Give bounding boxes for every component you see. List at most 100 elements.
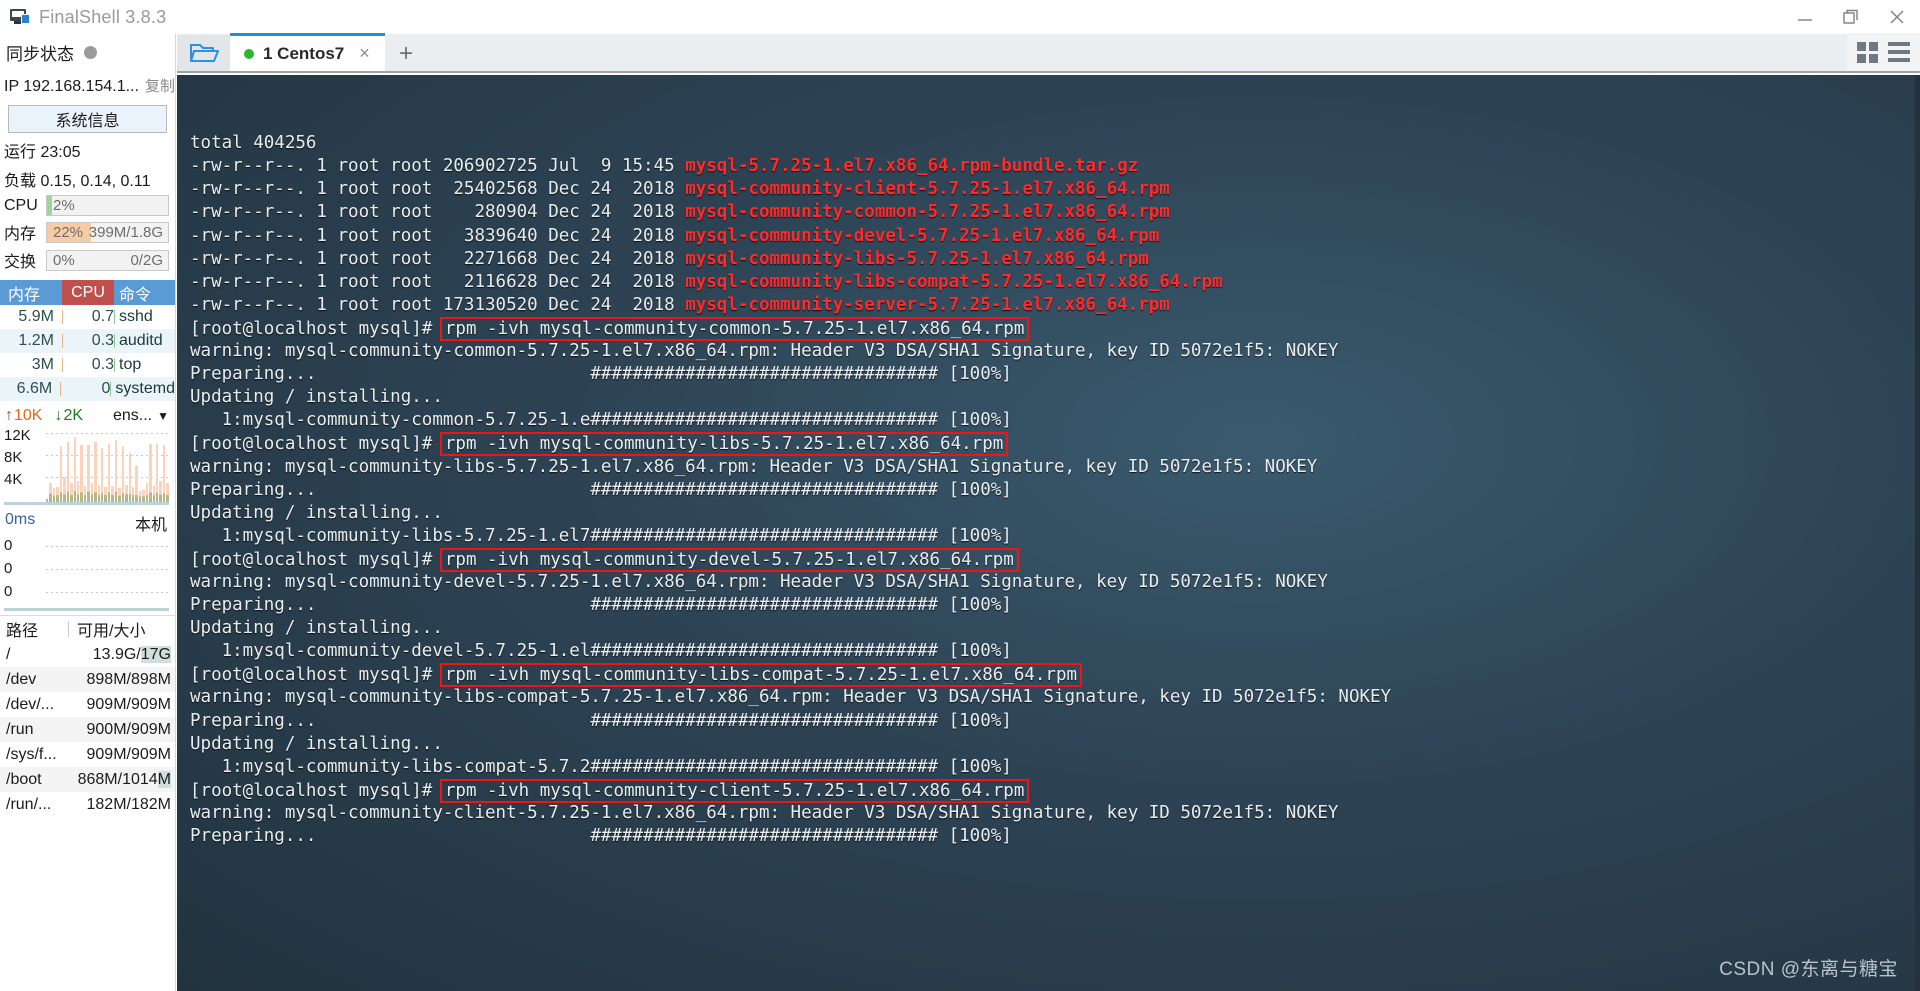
disk-col-size[interactable]: 可用/大小 [69, 617, 175, 641]
net-axis-label-1: 8K [4, 449, 23, 466]
terminal-line: Preparing... ###########################… [190, 364, 1012, 385]
terminal-line: warning: mysql-community-libs-compat-5.7… [190, 687, 1392, 708]
process-row[interactable]: 5.9M 0.7 sshd [0, 305, 175, 329]
disk-path: /boot [6, 770, 42, 788]
terminal-line: Preparing... ###########################… [190, 826, 1012, 846]
new-tab-button[interactable]: + [385, 40, 427, 71]
rpm-filename: mysql-community-common-5.7.25-1.el7.x86_… [685, 202, 1170, 223]
minimize-icon[interactable] [1782, 0, 1828, 34]
network-bar [104, 487, 107, 503]
terminal-line: Preparing... ###########################… [190, 710, 1012, 731]
close-tab-icon[interactable]: × [359, 43, 370, 64]
tab-centos7[interactable]: 1 Centos7 × [230, 33, 385, 71]
disk-path: /dev/... [6, 695, 55, 713]
terminal-scrollbar[interactable] [1915, 75, 1920, 991]
system-info-button[interactable]: 系统信息 [8, 105, 167, 133]
network-bar [149, 443, 152, 503]
network-bar [97, 484, 100, 503]
network-bar [135, 466, 138, 503]
process-cmd: sshd [119, 308, 153, 325]
disk-row[interactable]: /run/... 182M/182M [0, 792, 175, 817]
status-dot-grey-icon [84, 46, 97, 59]
window-controls [1782, 0, 1920, 34]
close-icon[interactable] [1874, 0, 1920, 34]
network-bar [166, 483, 169, 503]
network-bar [76, 480, 80, 503]
process-row[interactable]: 1.2M 0.3 auditd [0, 329, 175, 353]
tab-bar: 1 Centos7 × + [177, 33, 1920, 73]
network-interface-select[interactable]: ens... ▼ [113, 407, 169, 425]
net-axis-label-0: 12K [4, 427, 31, 444]
rpm-filename: mysql-5.7.25-1.el7.x86_64.rpm-bundle.tar… [685, 156, 1139, 177]
process-col-cpu[interactable]: CPU [62, 280, 114, 305]
meter-row-内存: 内存 22% 399M/1.8G [0, 216, 175, 244]
terminal-output[interactable]: total 404256 -rw-r--r--. 1 root root 2069… [177, 75, 1920, 991]
network-bar [87, 444, 90, 503]
rpm-filename: mysql-community-devel-5.7.25-1.el7.x86_6… [685, 225, 1160, 246]
tabbar-view-controls [1847, 33, 1920, 71]
terminal-line: 1:mysql-community-devel-5.7.25-1.el#####… [190, 641, 1012, 662]
process-row[interactable]: 6.6M 0 systemd [0, 377, 175, 401]
terminal-line: -rw-r--r--. 1 root root 206902725 Jul 9 … [190, 156, 1139, 177]
uptime-label: 运行 23:05 [4, 144, 81, 161]
copy-ip-button[interactable]: 复制 [145, 75, 175, 96]
process-col-cmd[interactable]: 命令 [114, 280, 175, 305]
terminal-line: 1:mysql-community-libs-5.7.25-1.el7#####… [190, 525, 1012, 546]
process-col-mem[interactable]: 内存 [0, 280, 62, 305]
network-bar [159, 480, 162, 503]
meter-label: CPU [4, 196, 38, 214]
terminal-line: -rw-r--r--. 1 root root 2271668 Dec 24 2… [190, 248, 1149, 269]
terminal-line: Updating / installing... [190, 502, 443, 523]
highlighted-command: rpm -ivh mysql-community-libs-compat-5.7… [439, 663, 1083, 688]
disk-row[interactable]: /run 900M/909M [0, 717, 175, 742]
disk-row[interactable]: /dev/... 909M/909M [0, 692, 175, 717]
terminal-line: warning: mysql-community-common-5.7.25-1… [190, 341, 1339, 362]
ping-summary: 0ms 本机 [0, 505, 175, 537]
folder-open-icon[interactable] [177, 35, 230, 71]
grid-view-icon[interactable] [1857, 41, 1878, 63]
ip-row: IP 192.168.154.1... 复制 [0, 69, 175, 99]
disk-size: 868M/1014M [77, 770, 171, 788]
process-row[interactable]: 3M 0.3 top [0, 353, 175, 377]
terminal-line: -rw-r--r--. 1 root root 25402568 Dec 24 … [190, 179, 1170, 200]
restore-icon[interactable] [1828, 0, 1874, 34]
ping-axis-label-2: 0 [4, 583, 13, 600]
process-mem: 6.6M [16, 380, 53, 397]
disk-row[interactable]: / 13.9G/17G [0, 642, 175, 667]
upload-rate: 10K [14, 407, 43, 424]
terminal-line: [root@localhost mysql]# rpm -ivh mysql-c… [190, 432, 1920, 457]
network-bar [52, 488, 56, 503]
disk-row[interactable]: /dev 898M/898M [0, 667, 175, 692]
network-bar [83, 485, 87, 503]
meter-detail: 0/2G [130, 251, 163, 269]
list-view-icon[interactable] [1888, 42, 1910, 62]
terminal-line: total 404256 [190, 133, 317, 154]
meter-label: 内存 [4, 226, 37, 243]
tab-label: 1 Centos7 [263, 43, 345, 63]
process-mem: 1.2M [18, 332, 54, 349]
chevron-down-icon: ▼ [157, 409, 169, 423]
terminal-line: warning: mysql-community-libs-5.7.25-1.e… [190, 456, 1318, 477]
network-bar [107, 443, 111, 503]
process-cpu: 0.3 [91, 356, 114, 373]
network-bar [131, 487, 135, 503]
terminal-line: Updating / installing... [190, 387, 443, 408]
disk-size: 182M/182M [86, 795, 172, 813]
meter-bar: 22% 399M/1.8G [46, 221, 169, 243]
sidebar: 同步状态 IP 192.168.154.1... 复制 系统信息 运行 23:0… [0, 34, 176, 991]
disk-row[interactable]: /sys/f... 909M/909M [0, 742, 175, 767]
ping-latency: 0ms [5, 511, 36, 528]
process-mem: 5.9M [18, 308, 54, 325]
disk-row[interactable]: /boot 868M/1014M [0, 767, 175, 792]
disk-col-path[interactable]: 路径 [0, 617, 68, 641]
network-bar [145, 483, 149, 503]
highlighted-command: rpm -ivh mysql-community-common-5.7.25-1… [439, 316, 1030, 341]
rpm-filename: mysql-community-libs-5.7.25-1.el7.x86_64… [685, 248, 1149, 269]
meter-detail: 399M/1.8G [88, 223, 163, 241]
terminal-line: Preparing... ###########################… [190, 595, 1012, 616]
meter-bar: 2% [46, 195, 169, 216]
disk-table: 路径 可用/大小 / 13.9G/17G/dev 898M/898M/dev/...… [0, 615, 175, 817]
sync-status-row: 同步状态 [0, 34, 175, 69]
terminal-line: Preparing... ###########################… [190, 479, 1012, 500]
terminal-line: [root@localhost mysql]# rpm -ivh mysql-c… [190, 547, 1920, 572]
